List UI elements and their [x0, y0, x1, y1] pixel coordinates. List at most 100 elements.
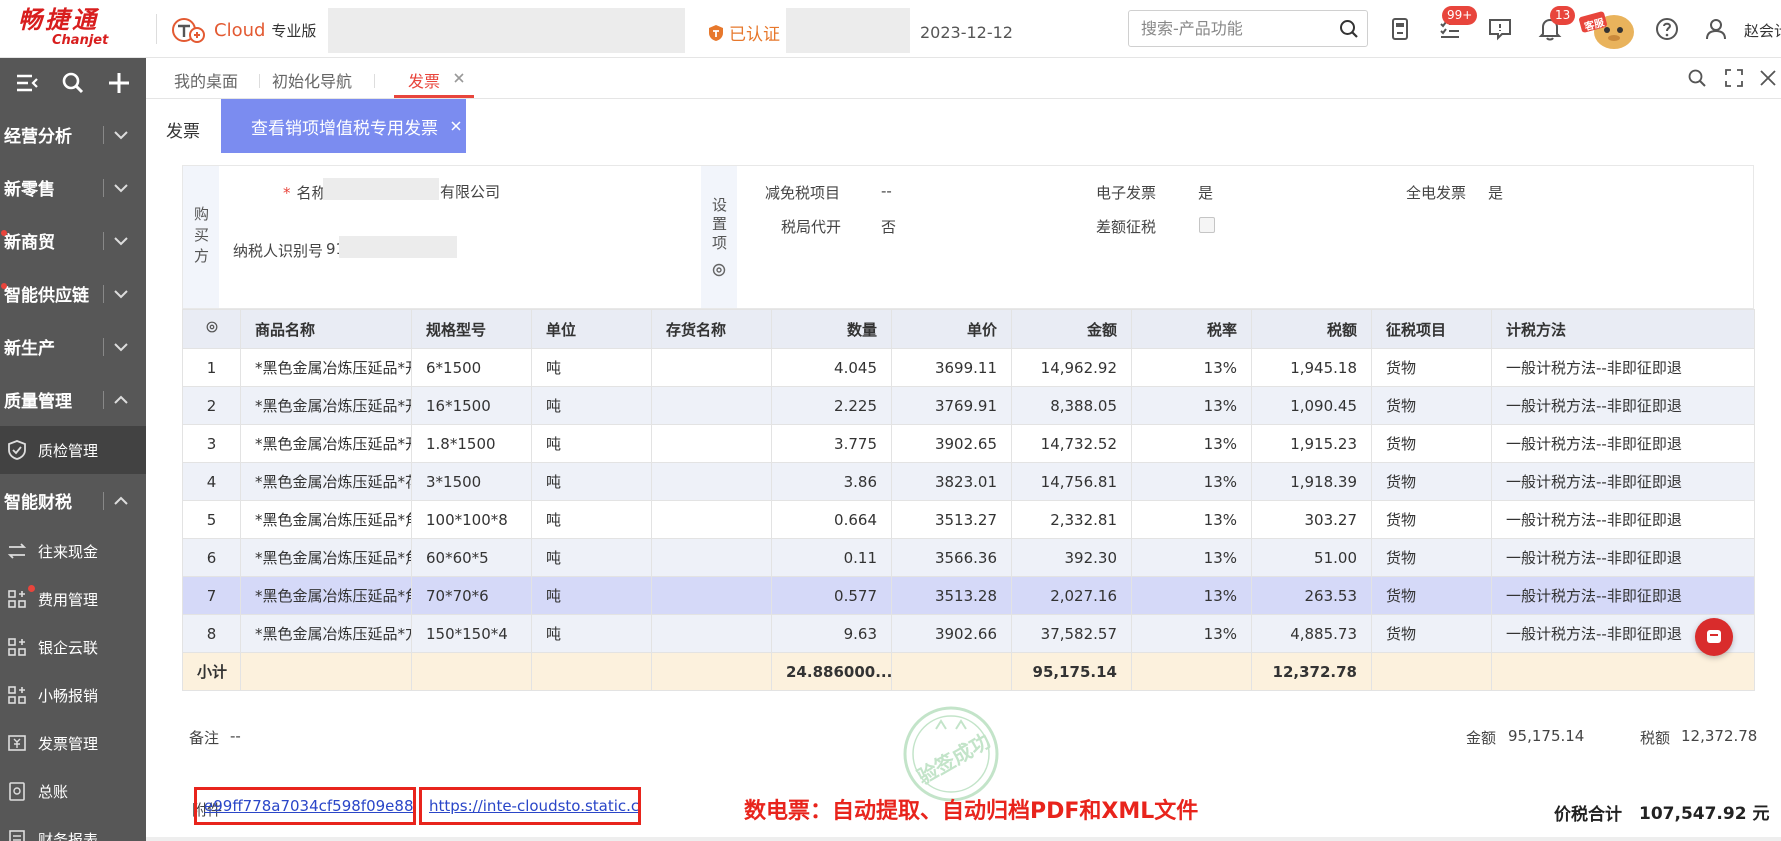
- sidebar-search-icon[interactable]: [60, 70, 86, 96]
- gear-icon[interactable]: [711, 262, 727, 278]
- cell-spec: 6*1500: [411, 348, 532, 387]
- sidebar-item-reimburse[interactable]: 小畅报销: [0, 671, 146, 719]
- table-row[interactable]: 2 *黑色金属冶炼压延品*开 16*1500 吨 2.225 3769.91 8,388.0…: [182, 386, 1755, 425]
- top-bar: 畅捷通 Chanjet Cloud 专业版 已认证 2023-12-12 搜索-…: [0, 0, 1781, 58]
- apps-icon: [8, 590, 26, 608]
- help-icon[interactable]: [1654, 16, 1680, 42]
- invoice-yen-icon: [8, 735, 26, 751]
- chanjet-logo[interactable]: 畅捷通 Chanjet: [18, 6, 150, 52]
- menu-business-analysis[interactable]: 经营分析: [0, 108, 146, 161]
- cell-amount: 392.30: [1011, 538, 1132, 577]
- table-cell: [531, 652, 652, 691]
- attachment-xml-link[interactable]: https://inte-cloudsto.static.chanj...: [419, 787, 641, 825]
- sidebar-item-expense[interactable]: 费用管理: [0, 575, 146, 623]
- verified-badge[interactable]: 已认证: [708, 20, 780, 45]
- subtab-invoice[interactable]: 发票: [166, 117, 200, 142]
- menu-quality[interactable]: 质量管理: [0, 373, 146, 426]
- tax-value: 12,372.78: [1681, 727, 1758, 745]
- divider: [374, 74, 375, 88]
- account-redacted: [786, 8, 910, 53]
- subtab-label: 查看销项增值税专用发票: [251, 118, 438, 139]
- menu-supply-chain[interactable]: 智能供应链: [0, 267, 146, 320]
- attachment-pdf-link[interactable]: e99ff778a7034cf598f09e884481...: [194, 787, 416, 825]
- table-header-row: 商品名称 规格型号 单位 存货名称 数量 单价 金额 税率 税额 征税项目 计税…: [182, 309, 1755, 349]
- table-body: 1 *黑色金属冶炼压延品*开 6*1500 吨 4.045 3699.11 14,962.9…: [182, 348, 1755, 691]
- sidebar-item-invoice[interactable]: 发票管理: [0, 719, 146, 767]
- cell-price: 3902.65: [891, 424, 1012, 463]
- menu-label: 新商贸: [4, 233, 55, 253]
- tab-invoice[interactable]: 发票: [408, 68, 440, 92]
- cell-unit: 吨: [531, 500, 652, 539]
- column-settings[interactable]: [182, 309, 241, 349]
- table-row-selected[interactable]: 7 *黑色金属冶炼压延品*角 70*70*6 吨 0.577 3513.28 2,027.1…: [182, 576, 1755, 615]
- sidebar-item-cash[interactable]: 往来现金: [0, 527, 146, 575]
- cell-stock: [651, 348, 772, 387]
- table-row[interactable]: 1 *黑色金属冶炼压延品*开 6*1500 吨 4.045 3699.11 14,962.9…: [182, 348, 1755, 387]
- cell-unit: 吨: [531, 538, 652, 577]
- sidebar-item-ledger[interactable]: 总账: [0, 767, 146, 815]
- menu-smart-finance[interactable]: 智能财税: [0, 474, 146, 527]
- tab-search-icon[interactable]: [1686, 67, 1708, 89]
- close-icon[interactable]: [450, 120, 462, 132]
- col-header: 存货名称: [651, 309, 772, 349]
- menu-collapse-icon[interactable]: [14, 70, 40, 96]
- sidebar-item-reports[interactable]: 财务报表: [0, 815, 146, 841]
- divider: [103, 337, 104, 356]
- tab-close-icon[interactable]: [452, 71, 466, 85]
- search-icon[interactable]: [1339, 19, 1359, 39]
- cell-spec: 16*1500: [411, 386, 532, 425]
- divider: [146, 837, 1781, 841]
- cell-qty: 3.775: [771, 424, 892, 463]
- chat-float-button[interactable]: [1695, 618, 1733, 656]
- gear-icon[interactable]: [205, 320, 219, 334]
- customer-service-avatar[interactable]: 客服: [1578, 6, 1638, 52]
- cell-price: 3513.27: [891, 500, 1012, 539]
- sidebar-item-bank[interactable]: 银企云联: [0, 623, 146, 671]
- notice-dot: [1, 283, 7, 289]
- todo-badge: 99+: [1442, 6, 1478, 25]
- user-icon[interactable]: [1703, 16, 1729, 42]
- subtotal-amount: 95,175.14: [1011, 652, 1132, 691]
- cell-qty: 0.664: [771, 500, 892, 539]
- sidebar-item-label: 总账: [38, 782, 69, 801]
- cell-method: 一般计税方法--非即征即退: [1491, 424, 1755, 463]
- col-header: 单价: [891, 309, 1012, 349]
- tab-init-nav[interactable]: 初始化导航: [272, 68, 352, 92]
- calculator-icon[interactable]: [1387, 16, 1413, 42]
- subtab-view-vat-invoice[interactable]: 查看销项增值税专用发票: [221, 99, 466, 153]
- username[interactable]: 赵会计: [1744, 20, 1781, 41]
- cell-qty: 0.11: [771, 538, 892, 577]
- search-box[interactable]: [1128, 10, 1368, 47]
- buyer-settings-panel: 购买方 * 名称 有限公司 纳税人识别号 91 设置项 减免税项目 -- 税局代开…: [182, 165, 1754, 309]
- add-icon[interactable]: [106, 70, 132, 96]
- tab-active-indicator: [394, 95, 474, 98]
- diff-tax-checkbox[interactable]: [1199, 217, 1215, 233]
- menu-new-commerce[interactable]: 新商贸: [0, 214, 146, 267]
- col-header: 计税方法: [1491, 309, 1755, 349]
- fullscreen-icon[interactable]: [1723, 67, 1745, 89]
- message-icon[interactable]: [1487, 16, 1513, 42]
- notice-dot: [1, 230, 7, 236]
- cell-price: 3566.36: [891, 538, 1012, 577]
- close-icon[interactable]: [1757, 67, 1779, 89]
- search-input[interactable]: [1129, 11, 1329, 46]
- shield-icon: [709, 24, 723, 41]
- cell-tax: 263.53: [1251, 576, 1372, 615]
- cell-stock: [651, 614, 772, 653]
- menu-new-retail[interactable]: 新零售: [0, 161, 146, 214]
- table-row[interactable]: 6 *黑色金属冶炼压延品*角 60*60*5 吨 0.11 3566.36 392.30 13…: [182, 538, 1755, 577]
- table-row[interactable]: 4 *黑色金属冶炼压延品*花 3*1500 吨 3.86 3823.01 14,756.81…: [182, 462, 1755, 501]
- menu-new-production[interactable]: 新生产: [0, 320, 146, 373]
- table-row[interactable]: 3 *黑色金属冶炼压延品*开 1.8*1500 吨 3.775 3902.65 14,732…: [182, 424, 1755, 463]
- required-mark: *: [283, 184, 291, 202]
- cell-name: *黑色金属冶炼压延品*开: [240, 348, 412, 387]
- invoice-items-table: 商品名称 规格型号 单位 存货名称 数量 单价 金额 税率 税额 征税项目 计税…: [182, 309, 1755, 691]
- total-label: 价税合计: [1554, 805, 1622, 825]
- taxid-redacted: [339, 236, 457, 258]
- sidebar-item-quality-inspection[interactable]: 质检管理: [0, 426, 146, 474]
- report-icon: [9, 830, 25, 841]
- table-row[interactable]: 8 *黑色金属冶炼压延品*方 150*150*4 吨 9.63 3902.66 37,582…: [182, 614, 1755, 653]
- cell-price: 3513.28: [891, 576, 1012, 615]
- tab-desktop[interactable]: 我的桌面: [174, 68, 238, 92]
- table-row[interactable]: 5 *黑色金属冶炼压延品*角 100*100*8 吨 0.664 3513.27 2,332…: [182, 500, 1755, 539]
